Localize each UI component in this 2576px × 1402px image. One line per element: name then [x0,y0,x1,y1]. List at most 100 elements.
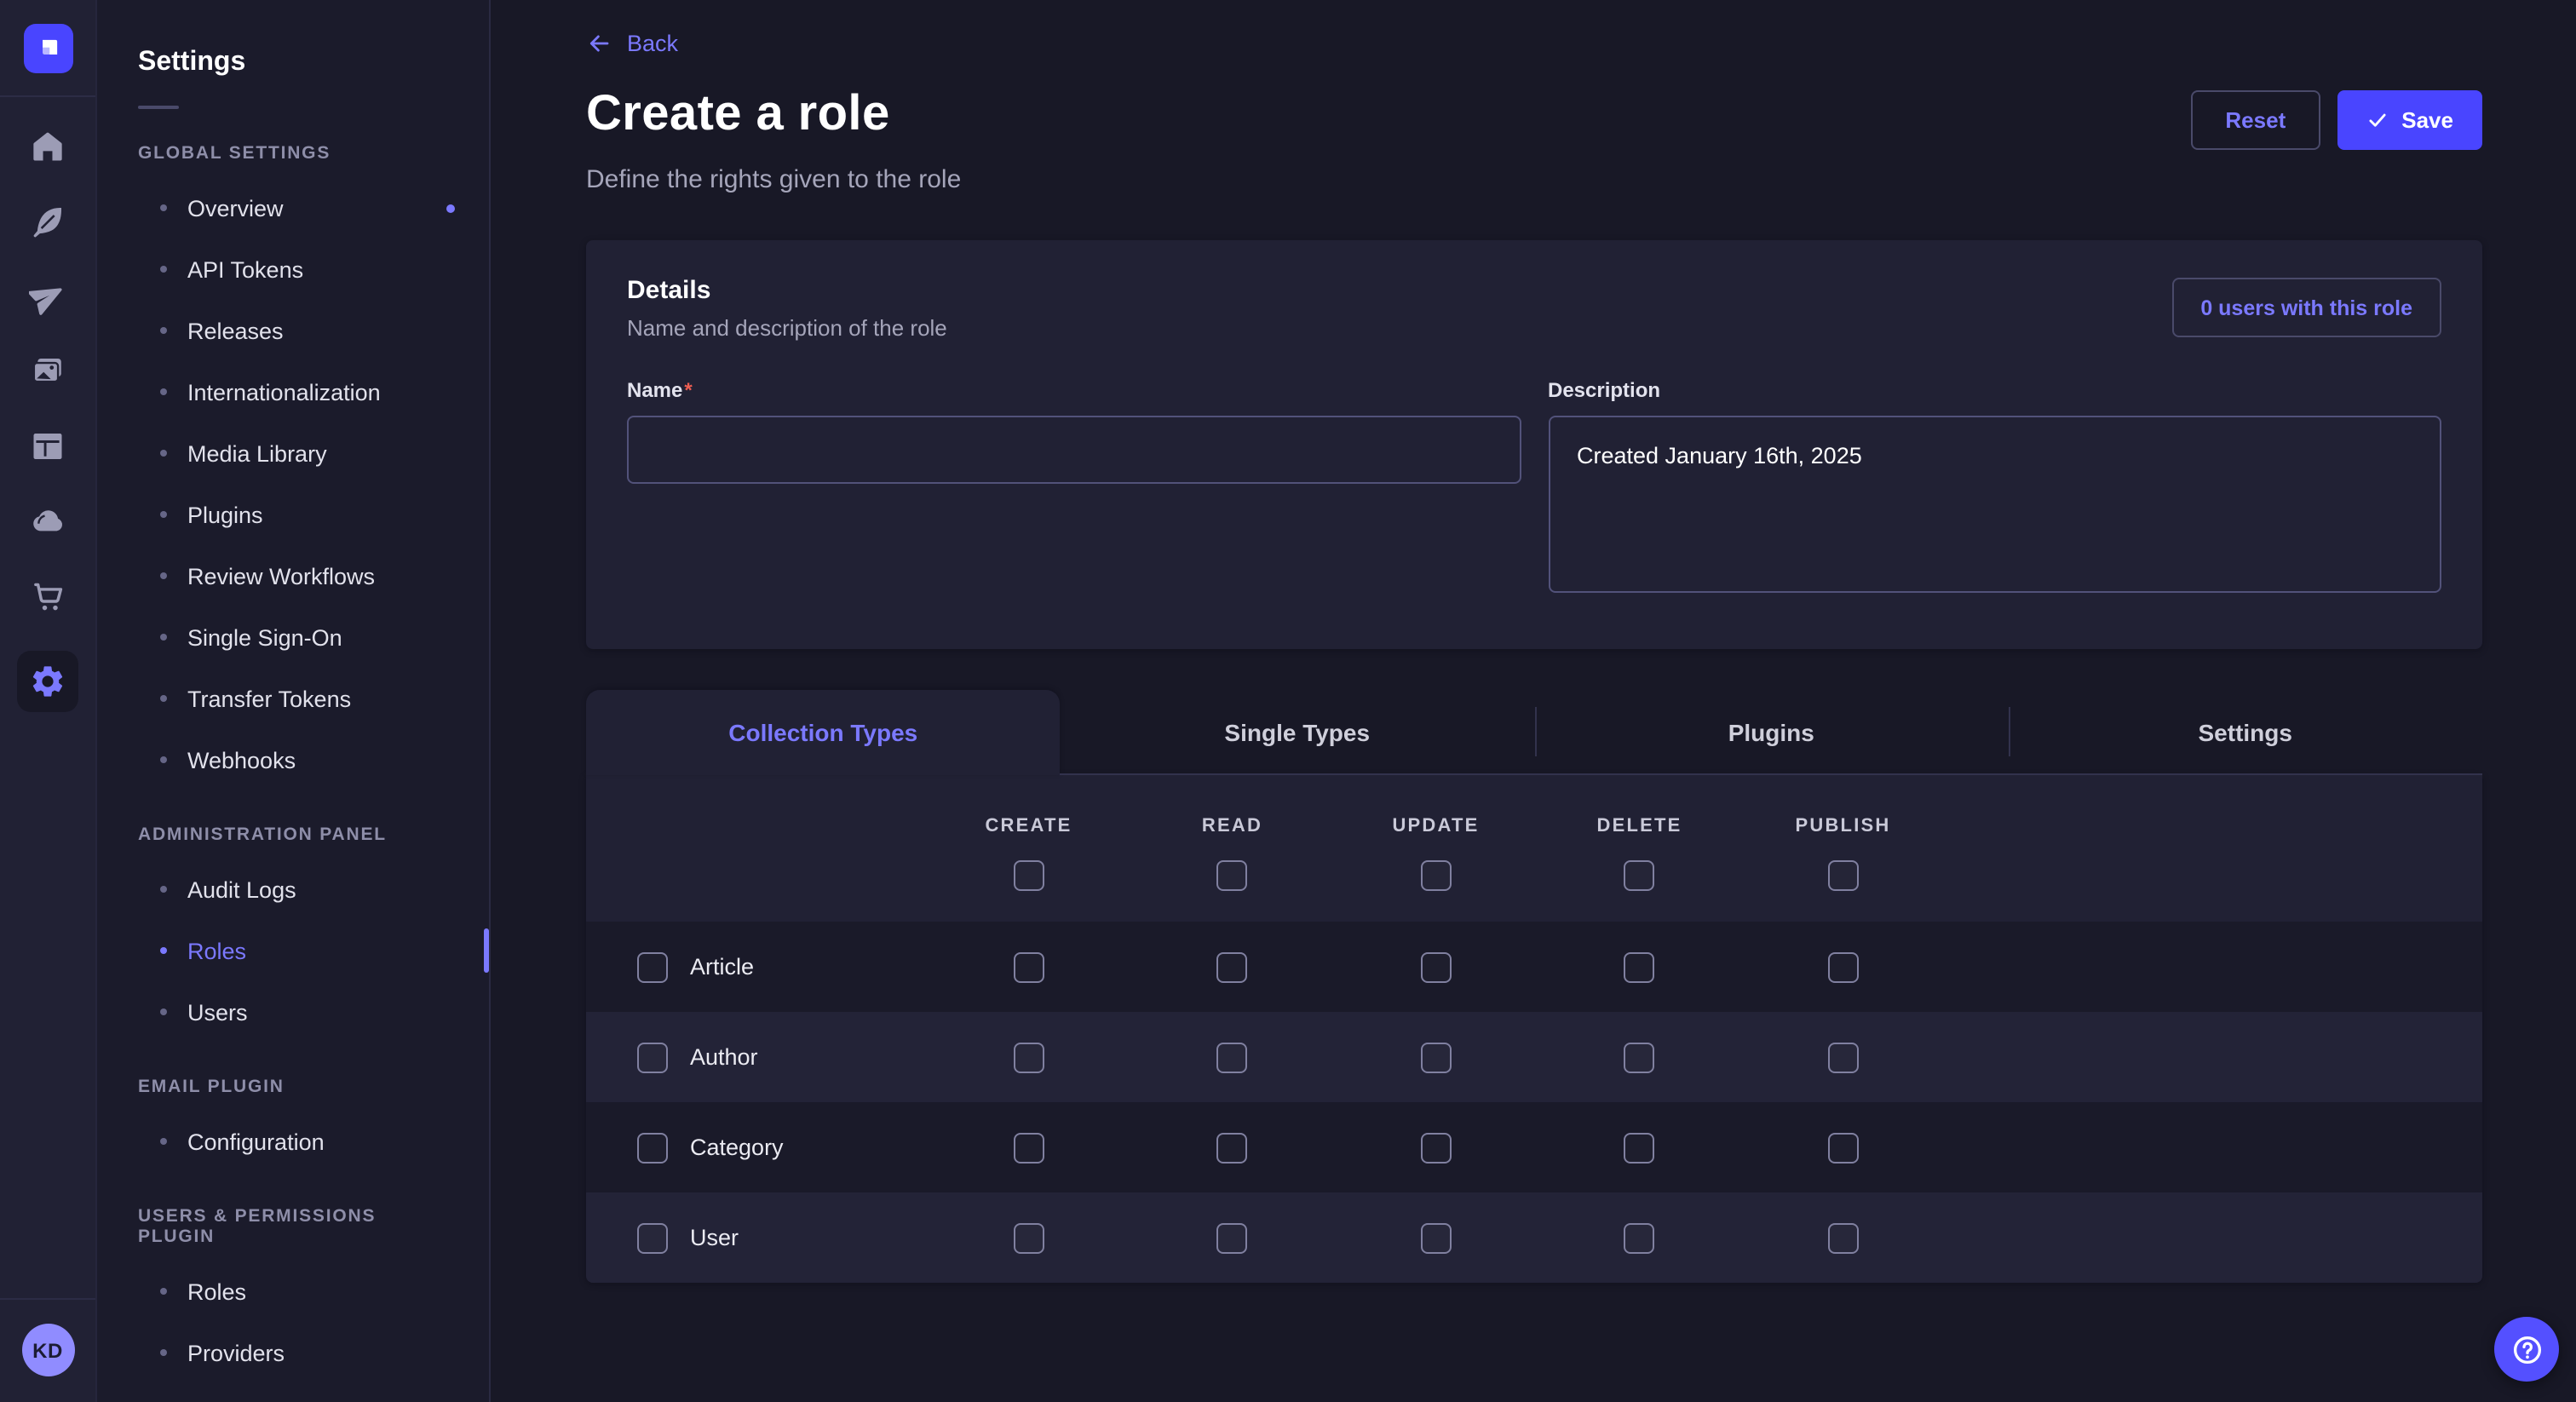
sidebar-item-transfer-tokens[interactable]: Transfer Tokens [97,668,489,729]
sidebar-item-label: Transfer Tokens [187,686,351,711]
permission-checkbox-article-create[interactable] [1014,951,1044,982]
main-content: Back Create a role Reset Save Define the… [491,0,2576,1402]
sidebar-item-audit-logs[interactable]: Audit Logs [97,859,489,920]
name-input[interactable] [627,416,1521,484]
reset-button[interactable]: Reset [2191,90,2320,150]
sidebar-item-roles[interactable]: Roles [97,1261,489,1322]
cloud-icon[interactable] [27,501,68,542]
permission-checkbox-category-update[interactable] [1421,1132,1452,1163]
select-all-publish-checkbox[interactable] [1828,860,1859,891]
permission-checkbox-author-update[interactable] [1421,1042,1452,1072]
column-header-read: READ [1202,816,1262,836]
notification-dot-icon [446,204,455,212]
permission-checkbox-category-read[interactable] [1217,1132,1248,1163]
sidebar-item-label: Audit Logs [187,876,296,902]
sidebar-item-single-sign-on[interactable]: Single Sign-On [97,606,489,668]
avatar[interactable]: KD [21,1324,74,1376]
gear-icon[interactable] [17,651,78,712]
bullet-icon [160,1288,167,1295]
row-label: Author [690,1044,758,1070]
select-all-update-checkbox[interactable] [1421,860,1452,891]
permission-checkbox-article-read[interactable] [1217,951,1248,982]
bullet-icon [160,1349,167,1356]
check-icon [2366,109,2388,131]
table-row-article: Article [586,922,2482,1012]
permission-checkbox-category-publish[interactable] [1828,1132,1859,1163]
sidebar-item-api-tokens[interactable]: API Tokens [97,238,489,300]
sidebar-item-internationalization[interactable]: Internationalization [97,361,489,422]
permission-checkbox-user-read[interactable] [1217,1222,1248,1253]
bullet-icon [160,388,167,395]
permission-checkbox-category-delete[interactable] [1624,1132,1655,1163]
tab-single-types[interactable]: Single Types [1061,690,1535,775]
table-row-author: Author [586,1012,2482,1102]
sidebar-item-roles[interactable]: Roles [97,920,489,981]
sidebar-item-label: Users [187,999,248,1025]
permission-checkbox-author-delete[interactable] [1624,1042,1655,1072]
row-select-checkbox[interactable] [637,1042,668,1072]
sidebar-item-releases[interactable]: Releases [97,300,489,361]
sidebar-item-configuration[interactable]: Configuration [97,1111,489,1172]
permission-checkbox-user-update[interactable] [1421,1222,1452,1253]
subnav-title: Settings [97,48,489,78]
permission-checkbox-user-delete[interactable] [1624,1222,1655,1253]
permission-checkbox-category-create[interactable] [1014,1132,1044,1163]
permissions-tabs: Collection TypesSingle TypesPluginsSetti… [586,690,2482,775]
bullet-icon [160,695,167,702]
column-header-create: CREATE [985,816,1072,836]
section-label-global-settings: GLOBAL SETTINGS [97,143,489,164]
row-select-checkbox[interactable] [637,1222,668,1253]
sidebar-item-label: Providers [187,1340,285,1365]
permission-checkbox-article-publish[interactable] [1828,951,1859,982]
sidebar-item-overview[interactable]: Overview [97,177,489,238]
rail-divider [0,1298,95,1300]
select-all-read-checkbox[interactable] [1217,860,1248,891]
permission-checkbox-user-create[interactable] [1014,1222,1044,1253]
save-button[interactable]: Save [2337,90,2482,150]
page-title: Create a role [586,87,890,143]
bullet-icon [160,1008,167,1015]
bullet-icon [160,450,167,457]
description-textarea[interactable]: Created January 16th, 2025 [1548,416,2441,593]
section-label-users-permissions-plugin: USERS & PERMISSIONS PLUGIN [97,1206,489,1247]
back-link[interactable]: Back [586,31,678,56]
layout-icon[interactable] [27,426,68,467]
description-field-label: Description [1548,378,2441,402]
paper-plane-icon[interactable] [27,276,68,317]
sidebar-item-webhooks[interactable]: Webhooks [97,729,489,790]
tab-collection-types[interactable]: Collection Types [586,690,1061,775]
help-button[interactable] [2494,1317,2559,1382]
row-label: Article [690,954,754,980]
sidebar-item-label: Webhooks [187,747,296,773]
section-label-email-plugin: EMAIL PLUGIN [97,1077,489,1097]
home-icon[interactable] [27,126,68,167]
permission-checkbox-user-publish[interactable] [1828,1222,1859,1253]
sidebar-item-media-library[interactable]: Media Library [97,422,489,484]
sidebar-item-label: Review Workflows [187,563,375,589]
table-row-category: Category [586,1102,2482,1192]
sidebar-item-users[interactable]: Users [97,981,489,1043]
permission-checkbox-author-create[interactable] [1014,1042,1044,1072]
users-with-role-button[interactable]: 0 users with this role [2171,278,2441,337]
feather-icon[interactable] [27,201,68,242]
permission-checkbox-article-update[interactable] [1421,951,1452,982]
sidebar-item-providers[interactable]: Providers [97,1322,489,1383]
row-select-checkbox[interactable] [637,951,668,982]
select-all-create-checkbox[interactable] [1014,860,1044,891]
sidebar-item-plugins[interactable]: Plugins [97,484,489,545]
permission-checkbox-author-publish[interactable] [1828,1042,1859,1072]
permission-checkbox-author-read[interactable] [1217,1042,1248,1072]
tab-settings[interactable]: Settings [2009,690,2483,775]
select-all-delete-checkbox[interactable] [1624,860,1655,891]
strapi-logo-icon[interactable] [23,24,72,73]
question-icon [2509,1331,2544,1367]
sidebar-item-label: Plugins [187,502,263,527]
sidebar-item-label: Releases [187,318,284,343]
row-select-checkbox[interactable] [637,1132,668,1163]
cart-icon[interactable] [27,576,68,617]
sidebar-item-review-workflows[interactable]: Review Workflows [97,545,489,606]
permission-checkbox-article-delete[interactable] [1624,951,1655,982]
tab-plugins[interactable]: Plugins [1534,690,2009,775]
column-header-delete: DELETE [1597,816,1682,836]
media-library-icon[interactable] [27,351,68,392]
